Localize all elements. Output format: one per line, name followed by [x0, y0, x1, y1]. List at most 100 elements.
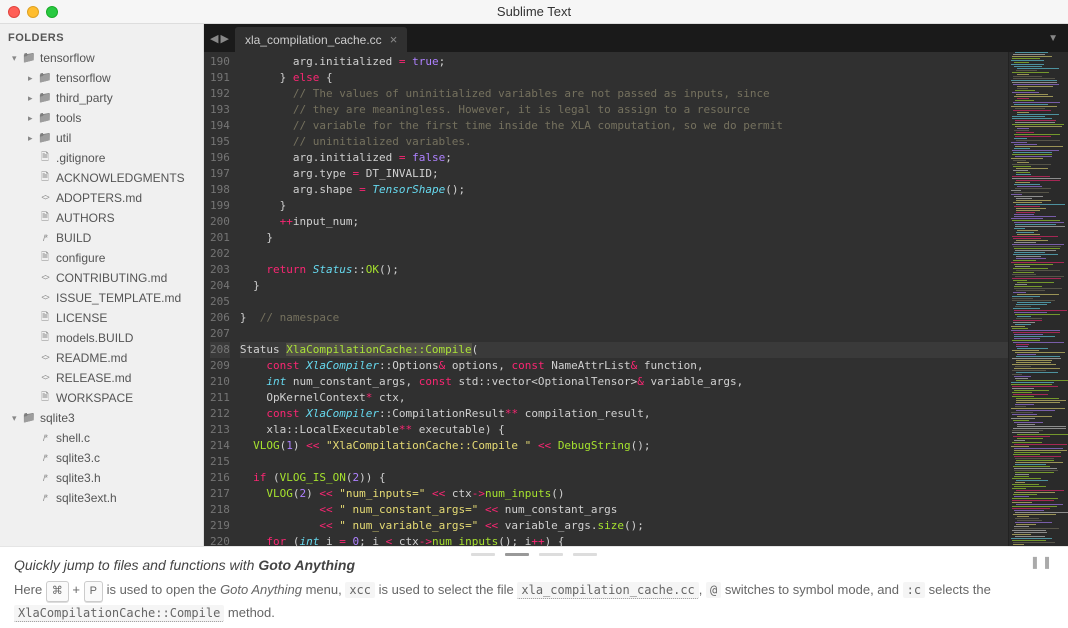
tree-item-label: tools	[56, 110, 81, 126]
tab-menu-icon[interactable]: ▼	[1038, 24, 1068, 52]
tree-item[interactable]: .gitignore	[0, 148, 203, 168]
folders-header: FOLDERS	[0, 28, 203, 48]
star-icon	[38, 231, 52, 245]
folder-icon	[38, 71, 52, 85]
tab-back-icon[interactable]: ◀	[210, 32, 218, 45]
disclosure-icon: ▸	[28, 70, 38, 86]
tree-item-label: ISSUE_TEMPLATE.md	[56, 290, 181, 306]
tree-item[interactable]: RELEASE.md	[0, 368, 203, 388]
file-icon	[38, 151, 52, 165]
star-icon	[38, 491, 52, 505]
code-icon	[38, 271, 52, 285]
tree-item[interactable]: shell.c	[0, 428, 203, 448]
disclosure-icon: ▸	[28, 110, 38, 126]
tree-item[interactable]: sqlite3ext.h	[0, 488, 203, 508]
disclosure-icon: ▾	[12, 410, 22, 426]
star-icon	[38, 451, 52, 465]
code-icon	[38, 191, 52, 205]
folder-tree: ▾tensorflow▸tensorflow▸third_party▸tools…	[0, 48, 203, 508]
tree-item[interactable]: configure	[0, 248, 203, 268]
tree-item-label: CONTRIBUTING.md	[56, 270, 167, 286]
tree-item[interactable]: ▸third_party	[0, 88, 203, 108]
disclosure-icon: ▸	[28, 130, 38, 146]
key-cmd: ⌘	[46, 581, 69, 602]
tab-close-icon[interactable]: ×	[390, 32, 398, 47]
file-icon	[38, 171, 52, 185]
file-icon	[38, 311, 52, 325]
tree-item[interactable]: ACKNOWLEDGMENTS	[0, 168, 203, 188]
window-title: Sublime Text	[0, 4, 1068, 19]
tree-item[interactable]: AUTHORS	[0, 208, 203, 228]
tab-fwd-icon[interactable]: ▶	[220, 32, 228, 45]
tree-item[interactable]: BUILD	[0, 228, 203, 248]
disclosure-icon: ▾	[12, 50, 22, 66]
tab-label: xla_compilation_cache.cc	[245, 33, 382, 47]
tree-item-label: RELEASE.md	[56, 370, 131, 386]
tree-item-label: README.md	[56, 350, 127, 366]
tree-item-label: sqlite3.c	[56, 450, 100, 466]
tree-item-label: sqlite3ext.h	[56, 490, 117, 506]
tip-title: Quickly jump to files and functions with…	[14, 557, 1054, 573]
editor-pane: ◀ ▶ xla_compilation_cache.cc × ▼ 1901911…	[204, 24, 1068, 546]
tree-item[interactable]: sqlite3.c	[0, 448, 203, 468]
tree-item[interactable]: README.md	[0, 348, 203, 368]
code-icon	[38, 371, 52, 385]
tree-item[interactable]: WORKSPACE	[0, 388, 203, 408]
window-titlebar: Sublime Text	[0, 0, 1068, 24]
tree-item-label: ACKNOWLEDGMENTS	[56, 170, 185, 186]
code-icon	[38, 291, 52, 305]
tree-item[interactable]: ▸ tools	[0, 108, 203, 128]
tree-item-label: AUTHORS	[56, 210, 115, 226]
star-icon	[38, 471, 52, 485]
file-icon	[38, 211, 52, 225]
tree-item-label: models.BUILD	[56, 330, 133, 346]
tree-item-label: BUILD	[56, 230, 91, 246]
tree-item-label: sqlite3.h	[56, 470, 101, 486]
tip-panel: ❚❚ Quickly jump to files and functions w…	[0, 546, 1068, 628]
tree-item[interactable]: ▾tensorflow	[0, 48, 203, 68]
folder-icon	[38, 111, 52, 125]
indicator-dot[interactable]	[573, 553, 597, 556]
line-gutter: 1901911921931941951961971981992002012022…	[204, 52, 240, 546]
tree-item-label: WORKSPACE	[56, 390, 133, 406]
disclosure-icon: ▸	[28, 90, 38, 106]
code-area[interactable]: 1901911921931941951961971981992002012022…	[204, 52, 1068, 546]
tree-item[interactable]: ISSUE_TEMPLATE.md	[0, 288, 203, 308]
code-icon	[38, 351, 52, 365]
tab-active[interactable]: xla_compilation_cache.cc ×	[235, 27, 407, 52]
sidebar: FOLDERS ▾tensorflow ▸ tensorflow ▸third_par…	[0, 24, 204, 546]
tree-item-label: configure	[56, 250, 105, 266]
tree-item[interactable]: ▸ util	[0, 128, 203, 148]
tree-item-label: LICENSE	[56, 310, 107, 326]
folder-icon	[38, 91, 52, 105]
tree-item-label: shell.c	[56, 430, 90, 446]
tree-item[interactable]: ADOPTERS.md	[0, 188, 203, 208]
tree-item-label: .gitignore	[56, 150, 105, 166]
tree-item-label: sqlite3	[40, 410, 75, 426]
star-icon	[38, 431, 52, 445]
key-p: P	[84, 581, 103, 602]
tree-item-label: util	[56, 130, 71, 146]
tab-nav: ◀ ▶	[204, 24, 235, 52]
file-icon	[38, 331, 52, 345]
tip-indicators	[471, 553, 597, 556]
folder-icon	[38, 131, 52, 145]
tree-item[interactable]: CONTRIBUTING.md	[0, 268, 203, 288]
tree-item[interactable]: models.BUILD	[0, 328, 203, 348]
tab-bar: ◀ ▶ xla_compilation_cache.cc × ▼	[204, 24, 1068, 52]
code-content[interactable]: arg.initialized = true; } else { // The …	[240, 52, 1008, 546]
tree-item[interactable]: LICENSE	[0, 308, 203, 328]
tree-item[interactable]: ▾ sqlite3	[0, 408, 203, 428]
file-icon	[38, 251, 52, 265]
pause-icon[interactable]: ❚❚	[1030, 555, 1054, 569]
folder-icon	[22, 411, 36, 425]
indicator-dot[interactable]	[471, 553, 495, 556]
indicator-dot[interactable]	[539, 553, 563, 556]
folder-icon	[22, 51, 36, 65]
tree-item[interactable]: ▸ tensorflow	[0, 68, 203, 88]
tree-item-label: tensorflow	[56, 70, 111, 86]
tree-item[interactable]: sqlite3.h	[0, 468, 203, 488]
indicator-dot[interactable]	[505, 553, 529, 556]
tree-item-label: ADOPTERS.md	[56, 190, 142, 206]
minimap[interactable]	[1008, 52, 1068, 546]
